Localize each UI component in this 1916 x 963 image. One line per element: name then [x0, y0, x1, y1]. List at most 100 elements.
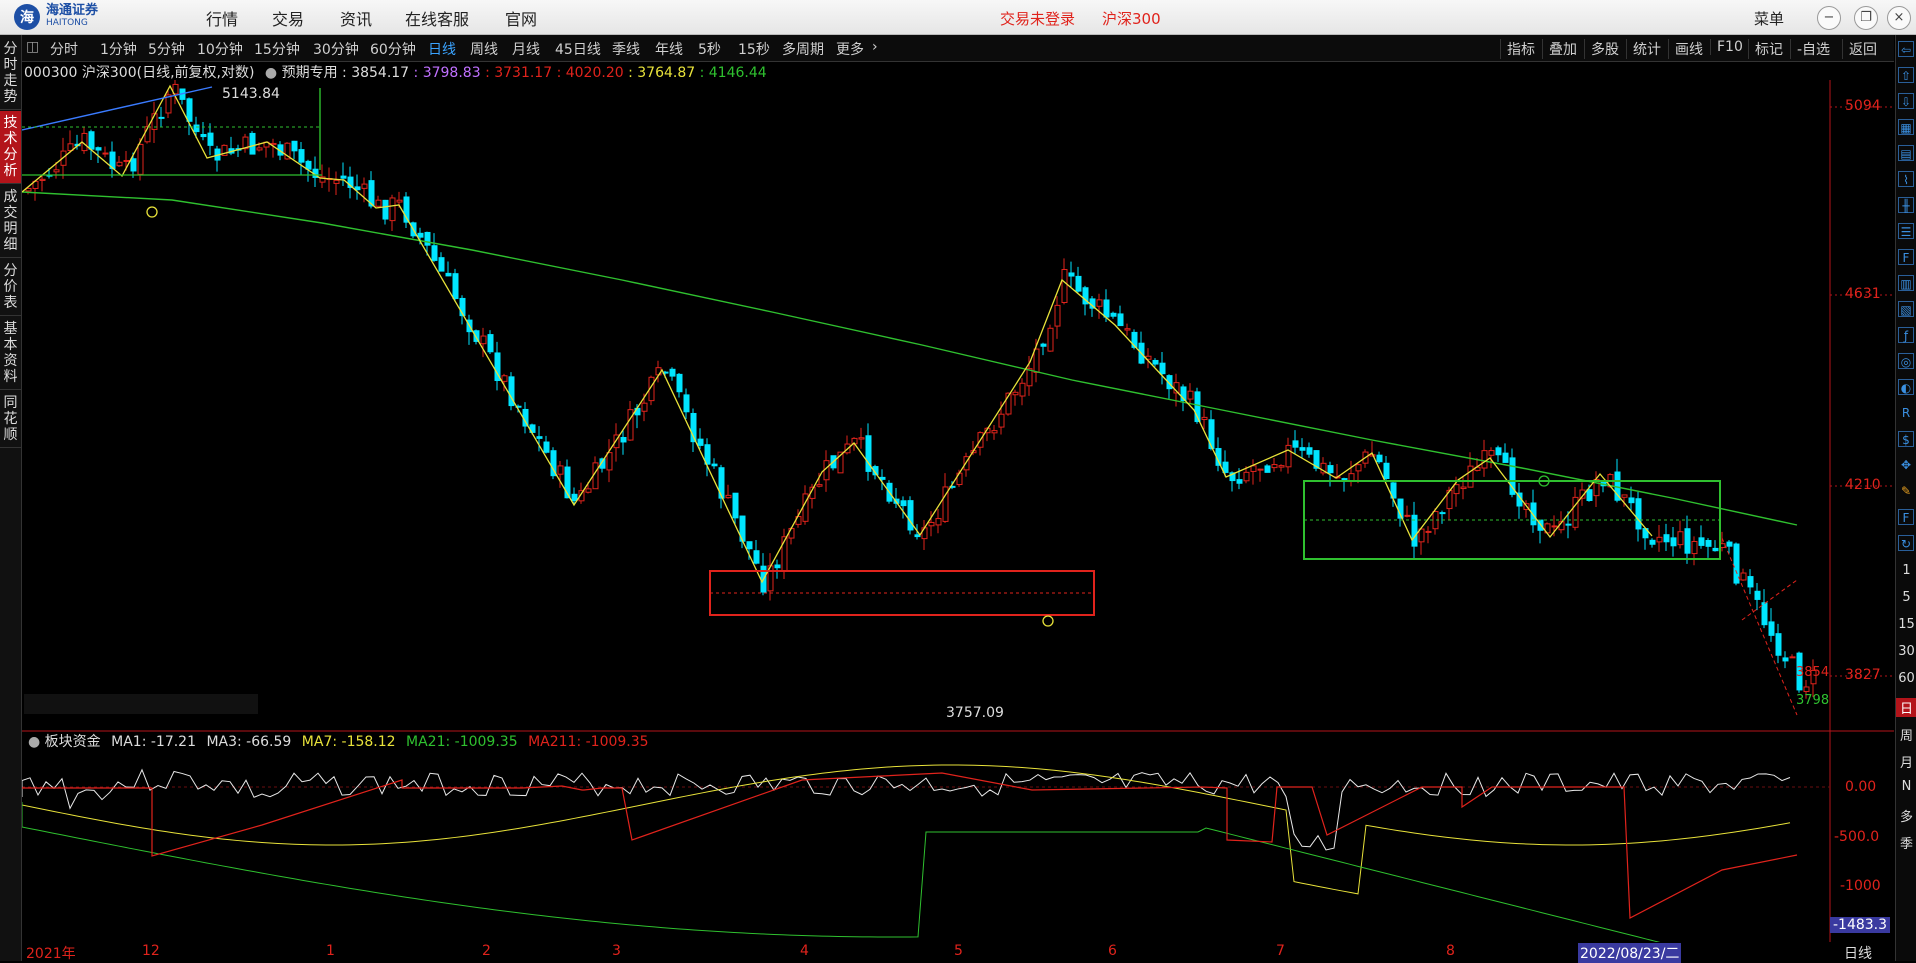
candle-body — [1656, 536, 1663, 543]
tool-f10[interactable]: F10 — [1710, 39, 1743, 55]
fund-icon[interactable]: F — [1898, 249, 1914, 265]
period-num-30[interactable]: 30 — [1896, 644, 1916, 659]
period-num-5[interactable]: 5 — [1896, 590, 1916, 605]
period-yearly[interactable]: 年线 — [655, 39, 683, 59]
dollar-icon[interactable]: $ — [1898, 431, 1914, 447]
period-num-quarter[interactable]: 季 — [1896, 833, 1916, 852]
refresh-icon[interactable]: ↻ — [1898, 535, 1914, 551]
stat-icon[interactable]: ▧ — [1898, 301, 1914, 317]
candle-body — [1488, 450, 1495, 456]
period-5min[interactable]: 5分钟 — [148, 39, 185, 59]
candle-body — [1292, 440, 1299, 448]
period-toolbar: ◫ 分时 1分钟 5分钟 10分钟 15分钟 30分钟 60分钟 日线 周线 月… — [22, 35, 1894, 62]
settings-circle-icon[interactable]: ● — [265, 65, 277, 81]
menu-online-service[interactable]: 在线客服 — [405, 6, 469, 30]
period-5sec[interactable]: 5秒 — [698, 39, 721, 59]
x-label-7: 7 — [1276, 943, 1285, 959]
arrow-down-icon[interactable]: ⇩ — [1898, 93, 1914, 109]
tool-watchlist[interactable]: -自选 — [1790, 39, 1830, 59]
period-timeshare[interactable]: 分时 — [50, 39, 78, 59]
candle-body — [1040, 343, 1047, 347]
minimize-icon[interactable]: − — [1817, 6, 1841, 30]
period-daily[interactable]: 日线 — [428, 39, 456, 59]
menu-official-site[interactable]: 官网 — [505, 6, 537, 30]
period-15min[interactable]: 15分钟 — [254, 39, 300, 59]
stock-code-name[interactable]: 000300 沪深300(日线,前复权,对数) — [24, 65, 254, 81]
tab-time-share[interactable]: 分时走势 — [0, 37, 21, 110]
formula-icon[interactable]: ƒ — [1898, 327, 1914, 343]
trend-icon[interactable]: ⌇ — [1898, 171, 1914, 187]
period-num-month[interactable]: 月 — [1896, 752, 1916, 771]
period-60min[interactable]: 60分钟 — [370, 39, 416, 59]
pencil-icon[interactable]: ✎ — [1898, 483, 1914, 499]
x-label-1: 1 — [326, 943, 335, 959]
candle-body — [193, 124, 200, 133]
menu-button[interactable]: 菜单 — [1754, 8, 1784, 29]
candle-body — [676, 373, 683, 393]
period-10min[interactable]: 10分钟 — [197, 39, 243, 59]
period-num-15[interactable]: 15 — [1896, 617, 1916, 632]
period-num-day[interactable]: 日 — [1896, 698, 1916, 717]
tool-multi-stock[interactable]: 多股 — [1584, 39, 1619, 59]
panel-toggle-icon[interactable]: ◫ — [26, 39, 39, 55]
tab-price-table[interactable]: 分价表 — [0, 259, 21, 316]
close-icon[interactable]: × — [1887, 6, 1911, 30]
candle-body — [445, 272, 452, 277]
tool-mark[interactable]: 标记 — [1748, 39, 1783, 59]
candle-body — [256, 147, 263, 151]
candle-body — [200, 133, 207, 138]
arrow-left-icon[interactable]: ⇦ — [1898, 41, 1914, 57]
restore-icon[interactable]: ❐ — [1854, 6, 1878, 30]
period-multi[interactable]: 多周期 — [782, 39, 824, 59]
tab-trade-detail[interactable]: 成交明细 — [0, 185, 21, 258]
kline-chart[interactable]: 5143.84 3757.09 3854 3798 — [22, 80, 1894, 942]
rsi-icon[interactable]: R — [1898, 405, 1914, 421]
indicator-label[interactable]: 预期专用 — [282, 65, 338, 81]
candle-body — [1628, 497, 1635, 504]
period-15sec[interactable]: 15秒 — [738, 39, 770, 59]
period-45day[interactable]: 45日线 — [555, 39, 601, 59]
move-icon[interactable]: ✥ — [1898, 457, 1914, 473]
period-1min[interactable]: 1分钟 — [100, 39, 137, 59]
menu-quotes[interactable]: 行情 — [206, 6, 238, 30]
period-num-week[interactable]: 周 — [1896, 725, 1916, 744]
period-more[interactable]: 更多 — [836, 39, 864, 59]
kline-icon[interactable]: ╫ — [1898, 197, 1914, 213]
zoom-icon[interactable]: ◎ — [1898, 353, 1914, 369]
menu-news[interactable]: 资讯 — [340, 6, 372, 30]
fs-icon[interactable]: F — [1898, 509, 1914, 525]
tool-indicator[interactable]: 指标 — [1500, 39, 1535, 59]
chevron-right-icon[interactable]: › — [872, 39, 878, 55]
menu-trade[interactable]: 交易 — [272, 6, 304, 30]
table-icon[interactable]: ▥ — [1898, 275, 1914, 291]
period-weekly[interactable]: 周线 — [470, 39, 498, 59]
period-num-n[interactable]: N — [1896, 779, 1916, 794]
period-num-multi[interactable]: 多 — [1896, 806, 1916, 825]
tool-draw-line[interactable]: 画线 — [1668, 39, 1703, 59]
login-status[interactable]: 交易未登录 — [1000, 8, 1075, 29]
tab-tonghuashun[interactable]: 同花顺 — [0, 391, 21, 448]
chart-icon[interactable]: ▤ — [1898, 145, 1914, 161]
period-num-60[interactable]: 60 — [1896, 671, 1916, 686]
gauge-icon[interactable]: ◐ — [1898, 379, 1914, 395]
candle-body — [900, 500, 907, 507]
haitong-logo: 海 海通证券 HAITONG — [14, 3, 132, 31]
grid-icon[interactable]: ▦ — [1898, 119, 1914, 135]
tab-basic-info[interactable]: 基本资料 — [0, 317, 21, 390]
indicator-name[interactable]: 板块资金 — [45, 734, 101, 750]
tool-statistics[interactable]: 统计 — [1626, 39, 1661, 59]
arrow-up-icon[interactable]: ⇧ — [1898, 67, 1914, 83]
candle-body — [683, 394, 690, 413]
period-quarterly[interactable]: 季线 — [612, 39, 640, 59]
tool-back[interactable]: 返回 — [1842, 39, 1877, 59]
hidden-region — [24, 694, 258, 714]
period-monthly[interactable]: 月线 — [512, 39, 540, 59]
candle-body — [1075, 275, 1082, 292]
tab-technical-analysis[interactable]: 技术分析 — [0, 111, 21, 184]
indicator-settings-icon[interactable]: ● — [28, 734, 40, 750]
candle-body — [291, 140, 298, 152]
tool-overlay[interactable]: 叠加 — [1542, 39, 1577, 59]
list-icon[interactable]: ☰ — [1898, 223, 1914, 239]
period-30min[interactable]: 30分钟 — [313, 39, 359, 59]
period-num-1[interactable]: 1 — [1896, 563, 1916, 578]
